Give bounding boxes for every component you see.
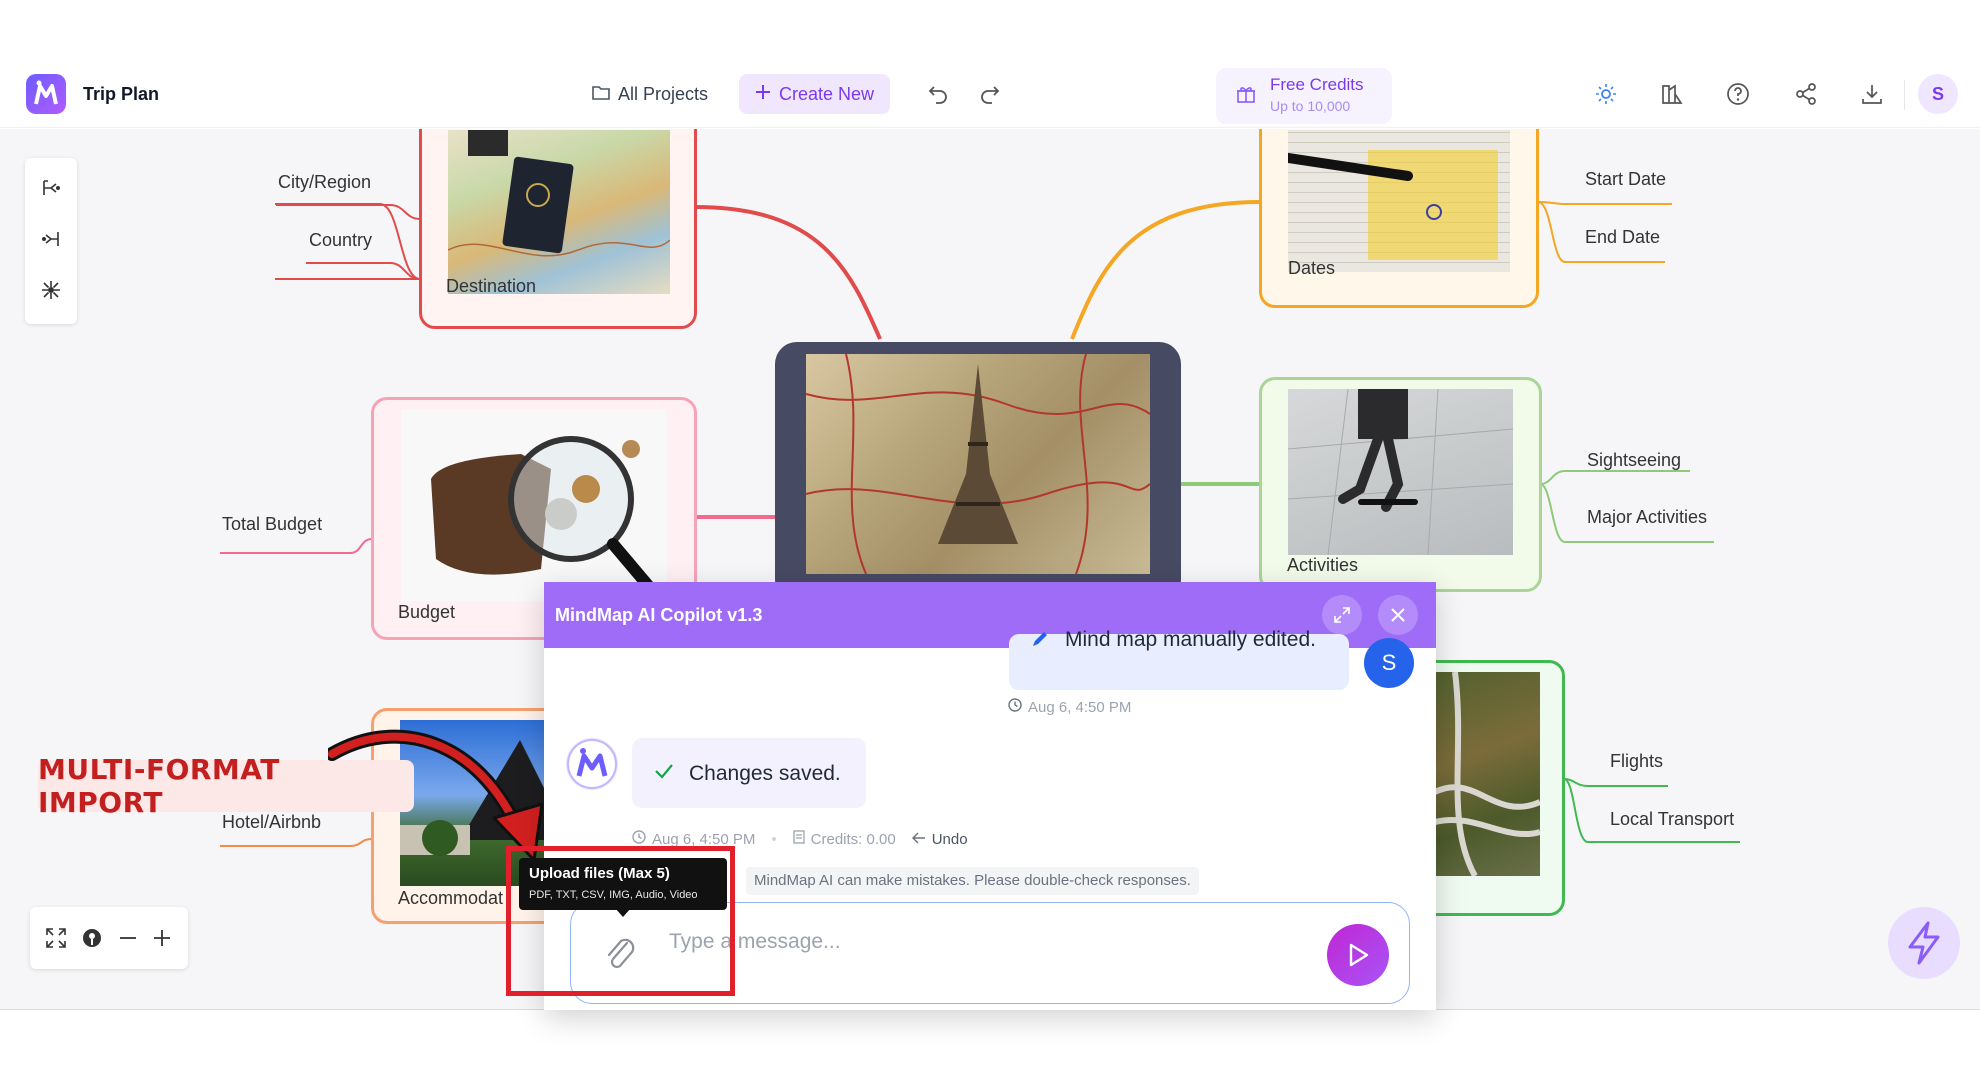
user-message-text: Mind map manually edited. [1065, 628, 1316, 651]
layout-radial-icon[interactable] [39, 278, 63, 302]
folder-icon [592, 84, 610, 105]
zoom-in-icon[interactable] [150, 926, 174, 950]
fit-screen-icon[interactable] [44, 926, 68, 950]
clock-icon [1008, 698, 1022, 716]
close-icon[interactable] [1378, 595, 1418, 635]
leaf-total-budget[interactable]: Total Budget [222, 514, 322, 535]
download-icon[interactable] [1854, 76, 1890, 112]
user-message: Mind map manually edited. [1009, 628, 1349, 690]
free-credits-button[interactable]: Free Credits Up to 10,000 [1216, 68, 1392, 124]
sun-icon[interactable] [1588, 76, 1624, 112]
node-dates[interactable]: Dates [1259, 129, 1539, 308]
node-central[interactable] [775, 342, 1181, 602]
budget-label: Budget [398, 602, 456, 622]
pencil-icon [1031, 630, 1049, 654]
transport-image [1435, 672, 1540, 876]
destination-label: Destination [446, 276, 537, 296]
budget-image [401, 409, 667, 601]
create-new-label: Create New [779, 83, 875, 104]
activities-label: Activities [1287, 555, 1359, 575]
meta-separator: • [771, 830, 777, 848]
accommodation-label: Accommodat [398, 888, 504, 908]
arrow-left-icon [911, 831, 926, 848]
undo-icon[interactable] [920, 76, 956, 112]
leaf-flights[interactable]: Flights [1610, 751, 1663, 772]
locate-icon[interactable] [80, 926, 104, 950]
gift-icon [1236, 84, 1256, 109]
bot-message: Changes saved. [632, 738, 866, 808]
credits-subtitle: Up to 10,000 [1270, 98, 1351, 114]
activities-image [1288, 389, 1513, 555]
layout-right-icon[interactable] [39, 176, 63, 200]
central-image [806, 354, 1150, 574]
dates-label: Dates [1288, 258, 1336, 278]
top-bar: Trip Plan All Projects Create New Free C… [0, 62, 1980, 128]
plus-icon [755, 84, 771, 105]
leaf-major-activities[interactable]: Major Activities [1587, 507, 1707, 528]
zoom-out-icon[interactable] [116, 926, 140, 950]
header-divider [1904, 80, 1905, 110]
destination-image [448, 130, 670, 294]
ai-disclaimer: MindMap AI can make mistakes. Please dou… [746, 867, 1199, 895]
chat-title: MindMap AI Copilot v1.3 [555, 605, 763, 625]
lightning-icon[interactable] [1888, 907, 1960, 979]
expand-icon[interactable] [1322, 595, 1362, 635]
bot-message-text: Changes saved. [689, 762, 841, 785]
layout-toolbox [25, 158, 77, 324]
credits-used: Credits: 0.00 [810, 830, 896, 848]
bot-message-time: Aug 6, 4:50 PM [652, 830, 756, 848]
dates-image [1288, 130, 1510, 272]
user-message-meta: Aug 6, 4:50 PM [1008, 698, 1131, 716]
check-icon [654, 762, 674, 786]
share-icon[interactable] [1788, 76, 1824, 112]
node-destination[interactable]: Destination [419, 129, 697, 329]
leaf-sightseeing[interactable]: Sightseeing [1587, 450, 1681, 471]
send-button[interactable] [1327, 924, 1389, 986]
create-new-button[interactable]: Create New [739, 74, 891, 114]
user-message-time: Aug 6, 4:50 PM [1028, 698, 1132, 716]
credits-title: Free Credits [1270, 75, 1364, 94]
app-logo[interactable] [26, 74, 66, 114]
leaf-local-transport[interactable]: Local Transport [1610, 809, 1734, 830]
layout-icon[interactable] [1654, 76, 1690, 112]
bot-avatar [566, 738, 618, 790]
undo-link[interactable]: Undo [932, 831, 968, 848]
redo-icon[interactable] [972, 76, 1008, 112]
user-avatar[interactable]: S [1918, 74, 1958, 114]
leaf-country[interactable]: Country [309, 230, 372, 251]
play-icon [1349, 943, 1369, 967]
app-title: Trip Plan [83, 84, 160, 104]
all-projects-button[interactable]: All Projects [582, 74, 718, 114]
all-projects-label: All Projects [618, 83, 709, 104]
document-icon [793, 830, 805, 848]
zoom-controls [30, 907, 188, 969]
highlight-box [506, 846, 735, 996]
help-icon[interactable] [1720, 76, 1756, 112]
layout-left-icon[interactable] [39, 227, 63, 251]
node-activities[interactable]: Activities [1259, 377, 1542, 592]
user-message-avatar: S [1364, 638, 1414, 688]
leaf-city-region[interactable]: City/Region [278, 172, 371, 193]
leaf-start-date[interactable]: Start Date [1585, 169, 1666, 190]
leaf-end-date[interactable]: End Date [1585, 227, 1660, 248]
